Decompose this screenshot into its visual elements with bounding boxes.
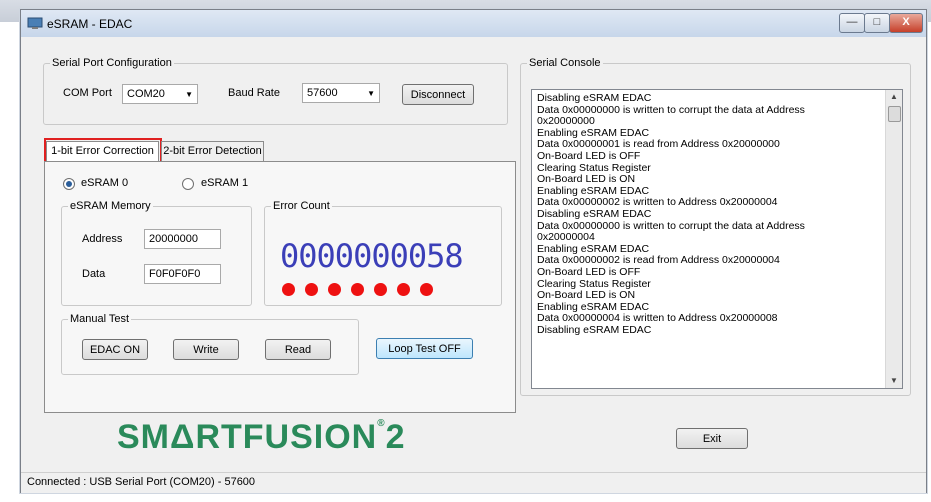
- error-led-4: [351, 283, 364, 296]
- title-bar: eSRAM - EDAC — □ X: [21, 10, 926, 37]
- com-port-label: COM Port: [63, 87, 112, 99]
- console-line: On-Board LED is ON: [537, 173, 636, 186]
- esram1-label: eSRAM 1: [201, 177, 249, 189]
- console-line: On-Board LED is OFF: [537, 265, 641, 278]
- write-button[interactable]: Write: [173, 339, 239, 360]
- read-button[interactable]: Read: [265, 339, 331, 360]
- console-line: On-Board LED is ON: [537, 289, 636, 302]
- error-led-5: [374, 283, 387, 296]
- data-input[interactable]: F0F0F0F0: [144, 264, 221, 284]
- console-line: On-Board LED is OFF: [537, 149, 641, 162]
- data-label: Data: [82, 268, 106, 280]
- baud-rate-label: Baud Rate: [228, 87, 280, 99]
- esram1-radio[interactable]: [182, 178, 194, 190]
- serial-console-textarea[interactable]: Disabling eSRAM EDAC Data 0x00000000 is w…: [531, 89, 903, 389]
- serial-console-legend: Serial Console: [529, 57, 601, 69]
- baud-rate-value: 57600: [307, 87, 338, 99]
- logo-suffix: 2: [385, 418, 406, 456]
- esram-memory-legend: eSRAM Memory: [70, 200, 151, 212]
- error-count-display: 0000000058: [280, 237, 464, 275]
- error-led-7: [420, 283, 433, 296]
- manual-test-legend: Manual Test: [70, 313, 130, 325]
- scroll-thumb[interactable]: [888, 106, 901, 122]
- minimize-button[interactable]: —: [839, 13, 865, 33]
- tab-2bit-error-detection[interactable]: 2-bit Error Detection: [161, 141, 264, 161]
- scroll-down-icon[interactable]: ▼: [886, 374, 902, 388]
- smartfusion2-logo: SMΔRTFUSION®2: [117, 418, 406, 457]
- error-count-legend: Error Count: [273, 200, 330, 212]
- app-window: eSRAM - EDAC — □ X Serial Port Configura…: [20, 9, 927, 493]
- status-bar: Connected : USB Serial Port (COM20) - 57…: [21, 472, 926, 493]
- loop-test-button[interactable]: Loop Test OFF: [376, 338, 473, 359]
- com-port-select[interactable]: COM20 ▼: [122, 84, 198, 104]
- address-label: Address: [82, 233, 123, 245]
- error-led-3: [328, 283, 341, 296]
- baud-rate-select[interactable]: 57600 ▼: [302, 83, 380, 103]
- maximize-button[interactable]: □: [864, 13, 890, 33]
- chevron-down-icon: ▼: [367, 89, 375, 98]
- status-text: Connected : USB Serial Port (COM20) - 57…: [27, 476, 256, 488]
- logo-registered-mark: ®: [377, 418, 386, 429]
- scroll-up-icon[interactable]: ▲: [886, 90, 902, 104]
- esram0-label: eSRAM 0: [81, 177, 129, 189]
- error-led-6: [397, 283, 410, 296]
- com-port-value: COM20: [127, 88, 165, 100]
- close-button[interactable]: X: [889, 13, 923, 33]
- console-scrollbar[interactable]: ▲ ▼: [885, 90, 902, 388]
- logo-text: SMΔRTFUSION: [117, 418, 378, 456]
- address-input[interactable]: 20000000: [144, 229, 221, 249]
- app-icon: [27, 17, 43, 29]
- console-line: Disabling eSRAM EDAC: [537, 207, 652, 220]
- console-line: Disabling eSRAM EDAC: [537, 323, 652, 336]
- esram-memory-group: eSRAM Memory: [61, 200, 252, 306]
- error-led-2: [305, 283, 318, 296]
- esram0-radio[interactable]: [63, 178, 75, 190]
- window-title: eSRAM - EDAC: [47, 17, 133, 31]
- edac-on-button[interactable]: EDAC ON: [82, 339, 148, 360]
- serial-port-config-legend: Serial Port Configuration: [52, 57, 172, 69]
- disconnect-button[interactable]: Disconnect: [402, 84, 474, 105]
- console-lines: Disabling eSRAM EDAC Data 0x00000000 is w…: [537, 92, 882, 336]
- error-led-1: [282, 283, 295, 296]
- console-line: Disabling eSRAM EDAC: [537, 92, 652, 104]
- exit-button[interactable]: Exit: [676, 428, 748, 449]
- console-line: 0x20000004: [537, 231, 595, 244]
- chevron-down-icon: ▼: [185, 90, 193, 99]
